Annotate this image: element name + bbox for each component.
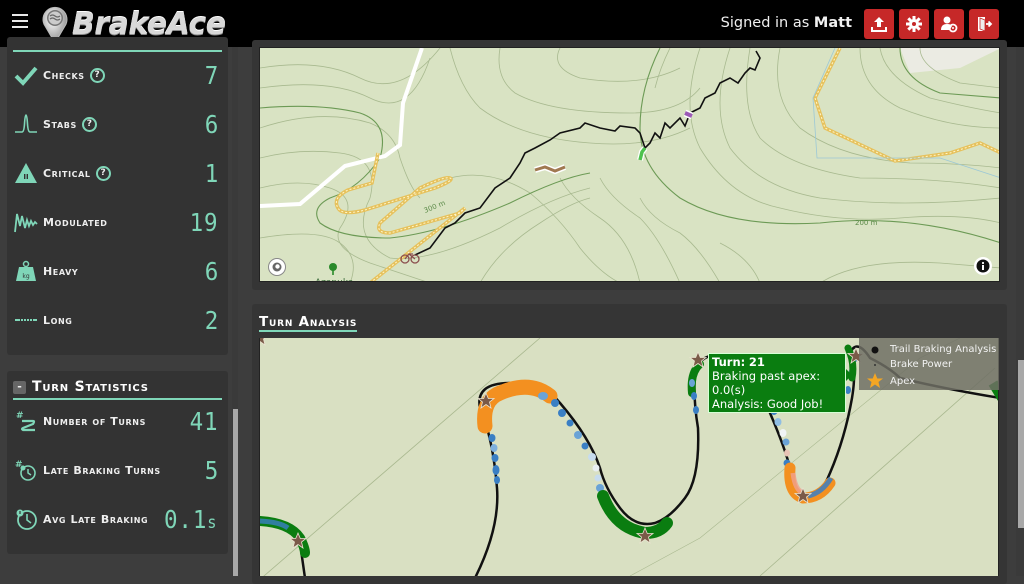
signed-in-prefix: Signed in as [720,15,810,31]
contour-label: 200 m [855,219,878,227]
small-dot-icon [874,363,876,366]
help-icon[interactable]: ? [81,116,97,132]
tooltip-turn: Turn: 21 [712,355,765,369]
stat-value: 41 [189,406,219,436]
panel-rule [13,398,222,400]
stat-row-number-of-turns: # Number of Turns 41 [13,406,220,436]
trail-map[interactable]: 300 m 200 m Azapuka [259,47,1000,282]
stat-label: Checks [43,68,85,82]
signed-in-status: Signed in as Matt [721,15,852,31]
checkmark-icon [14,66,38,86]
legend-label: Apex [890,375,916,387]
stat-value: 5 [204,455,220,485]
stat-label: Long [43,313,73,327]
settings-button[interactable] [899,9,929,39]
user-gear-icon [941,16,958,33]
stat-value: 6 [204,109,220,139]
stat-value: 1 [204,158,220,188]
stat-row-heavy: kg Heavy 6 [13,256,220,286]
upload-icon [871,17,887,32]
legend-item-brake-power[interactable]: Brake Power [867,359,952,370]
sidebar-scrollbar-thumb[interactable] [233,409,238,576]
stat-value: 2 [204,305,220,335]
stat-number: 0.1 [163,504,207,534]
stat-value: 19 [189,207,219,237]
help-icon[interactable]: ? [95,165,111,181]
turn-tooltip: Turn: 21 Braking past apex: 0.0(s) Analy… [708,353,846,413]
dot-icon [871,346,879,353]
stat-value: 7 [204,60,220,90]
stat-row-modulated: Modulated 19 [13,207,220,237]
main-scrollbar-thumb[interactable] [1018,360,1024,528]
info-icon [976,259,990,273]
map-locate-button[interactable] [268,258,286,276]
stat-value: 0.1s [164,505,217,534]
turns-count-icon: # [16,411,36,432]
wave-icon [14,213,38,233]
stat-label: Number of Turns [43,414,146,428]
gear-icon [906,16,922,32]
stat-label: Modulated [43,215,108,229]
braking-stats-panel: Checks ? 7 Stabs ? 6 Critical ? 1 Modula… [7,37,228,355]
panel-rule [13,50,222,52]
tooltip-arrow [846,369,852,381]
user-settings-button[interactable] [934,9,964,39]
turn-analysis-title: Turn Analysis [259,314,358,332]
logout-button[interactable] [969,9,999,39]
late-turns-icon: # [15,460,36,481]
legend-item-trail-braking[interactable]: Trail Braking Analysis [867,344,996,355]
collapse-button[interactable]: - [13,380,26,394]
stat-unit: s [206,512,218,533]
weight-kg-icon: kg [16,260,36,281]
stat-row-critical: Critical ? 1 [13,158,220,188]
svg-text:kg: kg [22,273,29,280]
legend-label: Trail Braking Analysis [890,344,997,355]
star-icon [867,373,883,388]
tooltip-braking: Braking past apex: 0.0(s) [712,369,821,397]
stat-row-avg-late-braking: Avg Late Braking 0.1s [13,504,220,534]
stat-label: Stabs [43,117,77,131]
username: Matt [813,15,852,31]
segment-highlight-purple [684,111,693,118]
turn-statistics-panel: - Turn Statistics # Number of Turns 41 #… [7,371,228,554]
turn-legend: Trail Braking Analysis Brake Power Apex [859,338,999,390]
stat-label: Late Braking Turns [43,463,161,477]
place-label: Azapuka [315,278,353,282]
upload-button[interactable] [864,9,894,39]
stat-label: Heavy [43,264,79,278]
clock-alert-icon [16,509,37,530]
legend-label: Brake Power [890,359,953,370]
panel-title: Turn Statistics [32,379,149,395]
stat-value: 6 [204,256,220,286]
tooltip-analysis: Analysis: Good Job! [712,397,824,411]
stat-row-long: Long 2 [13,305,220,335]
stat-label: Avg Late Braking [43,512,149,526]
stat-row-late-braking-turns: # Late Braking Turns 5 [13,455,220,485]
legend-item-apex[interactable]: Apex [867,373,915,389]
stat-row-checks: Checks ? 7 [13,60,220,90]
help-icon[interactable]: ? [89,67,105,83]
map-info-button[interactable] [974,257,992,275]
sign-out-icon [978,17,993,32]
stat-label: Critical [43,166,91,180]
dashed-line-icon [15,319,37,321]
turn-statistics-header: - Turn Statistics [13,379,149,395]
warning-icon [15,163,37,183]
svg-text:#: # [16,411,24,421]
stat-row-stabs: Stabs ? 6 [13,109,220,139]
sidebar: Checks ? 7 Stabs ? 6 Critical ? 1 Modula… [0,37,238,576]
chat-bubble-icon [272,262,282,272]
trail-map-canvas: 300 m 200 m Azapuka [260,48,999,282]
hamburger-menu-icon[interactable] [12,14,28,30]
spike-icon [15,114,37,133]
